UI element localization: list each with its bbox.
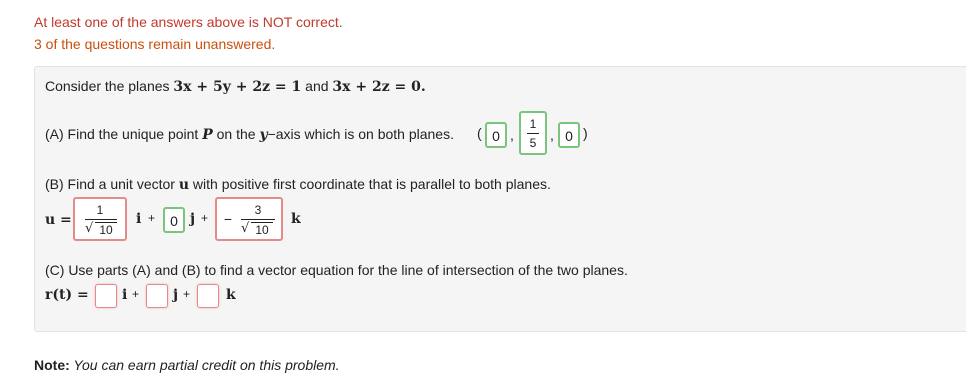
answer-b-k-minus: − xyxy=(223,211,233,227)
part-a-text-mid: on the xyxy=(212,126,260,142)
answer-b-i-fraction-bar xyxy=(85,219,117,220)
answer-b-i-denominator: 10 xyxy=(99,223,113,237)
point-comma-1: , xyxy=(510,127,514,143)
j-unit-vector: j xyxy=(190,211,196,227)
part-a-text-before: (A) Find the unique point xyxy=(45,126,203,142)
i-unit-vector: i xyxy=(136,211,142,227)
plus-sign-4: + xyxy=(183,287,191,301)
point-comma-2: , xyxy=(550,127,554,143)
part-a-question: (A) Find the unique point P on the y−axi… xyxy=(45,126,454,143)
answer-b-i-numerator: 1 xyxy=(96,203,104,217)
r-t-label: r(t) = xyxy=(45,287,89,303)
partial-credit-note: Note: You can earn partial credit on thi… xyxy=(34,357,340,373)
plus-sign-1: + xyxy=(148,211,156,225)
answer-b-k-denominator: 10 xyxy=(255,223,269,237)
answer-b-k-input[interactable]: − 3 √ 10 xyxy=(215,197,283,241)
answer-c-i-input[interactable] xyxy=(95,284,117,308)
intro-prefix: Consider the planes xyxy=(45,78,174,94)
part-a-text-after: −axis which is on both planes. xyxy=(267,126,454,142)
answer-b-i-input[interactable]: 1 √ 10 xyxy=(73,197,127,241)
plane-2-equation: 3x + 2z = 0. xyxy=(332,79,426,95)
intro-line: Consider the planes 3x + 5y + 2z = 1 and… xyxy=(45,78,426,95)
plus-sign-3: + xyxy=(132,287,140,301)
part-c-question: (C) Use parts (A) and (B) to find a vect… xyxy=(45,262,628,278)
answer-a-x-input[interactable]: 0 xyxy=(485,122,507,148)
answer-c-k-input[interactable] xyxy=(197,284,219,308)
u-equals-label: u = xyxy=(45,212,72,228)
answer-a-z-input[interactable]: 0 xyxy=(558,122,580,148)
answer-a-y-input[interactable]: 1 5 xyxy=(519,111,547,155)
status-incorrect: At least one of the answers above is NOT… xyxy=(34,14,343,30)
plus-sign-2: + xyxy=(201,211,209,225)
answer-c-j-input[interactable] xyxy=(146,284,168,308)
sqrt-icon: √ xyxy=(85,221,94,236)
answer-b-k-numerator: 3 xyxy=(254,203,262,217)
answer-a-y-fraction-bar xyxy=(527,133,539,134)
plane-1-equation: 3x + 5y + 2z = 1 xyxy=(173,79,302,95)
part-b-question: (B) Find a unit vector u with positive f… xyxy=(45,176,551,193)
part-b-text-after: with positive first coordinate that is p… xyxy=(189,176,551,192)
note-label: Note: xyxy=(34,357,70,373)
answer-a-z-value: 0 xyxy=(565,128,573,144)
vector-u-symbol: u xyxy=(178,177,190,193)
intro-and: and xyxy=(301,78,333,94)
j-unit-vector: j xyxy=(173,287,179,303)
point-p-symbol: P xyxy=(202,127,213,143)
note-text: You can earn partial credit on this prob… xyxy=(69,357,340,373)
point-open-paren: ( xyxy=(477,125,482,141)
answer-b-k-fraction-bar xyxy=(241,219,275,220)
answer-a-x-value: 0 xyxy=(492,128,500,144)
answer-b-j-value: 0 xyxy=(170,213,178,229)
problem-box: Consider the planes 3x + 5y + 2z = 1 and… xyxy=(34,66,966,332)
part-b-text-before: (B) Find a unit vector xyxy=(45,176,179,192)
status-unanswered: 3 of the questions remain unanswered. xyxy=(34,36,276,52)
answer-a-y-numerator: 1 xyxy=(529,117,537,131)
k-unit-vector: k xyxy=(226,287,236,303)
answer-a-y-denominator: 5 xyxy=(529,136,537,150)
answer-b-j-input[interactable]: 0 xyxy=(163,207,185,233)
point-close-paren: ) xyxy=(583,125,588,141)
i-unit-vector: i xyxy=(122,287,128,303)
k-unit-vector: k xyxy=(291,211,301,227)
y-axis-symbol: y xyxy=(259,127,268,143)
sqrt-icon: √ xyxy=(241,221,250,236)
